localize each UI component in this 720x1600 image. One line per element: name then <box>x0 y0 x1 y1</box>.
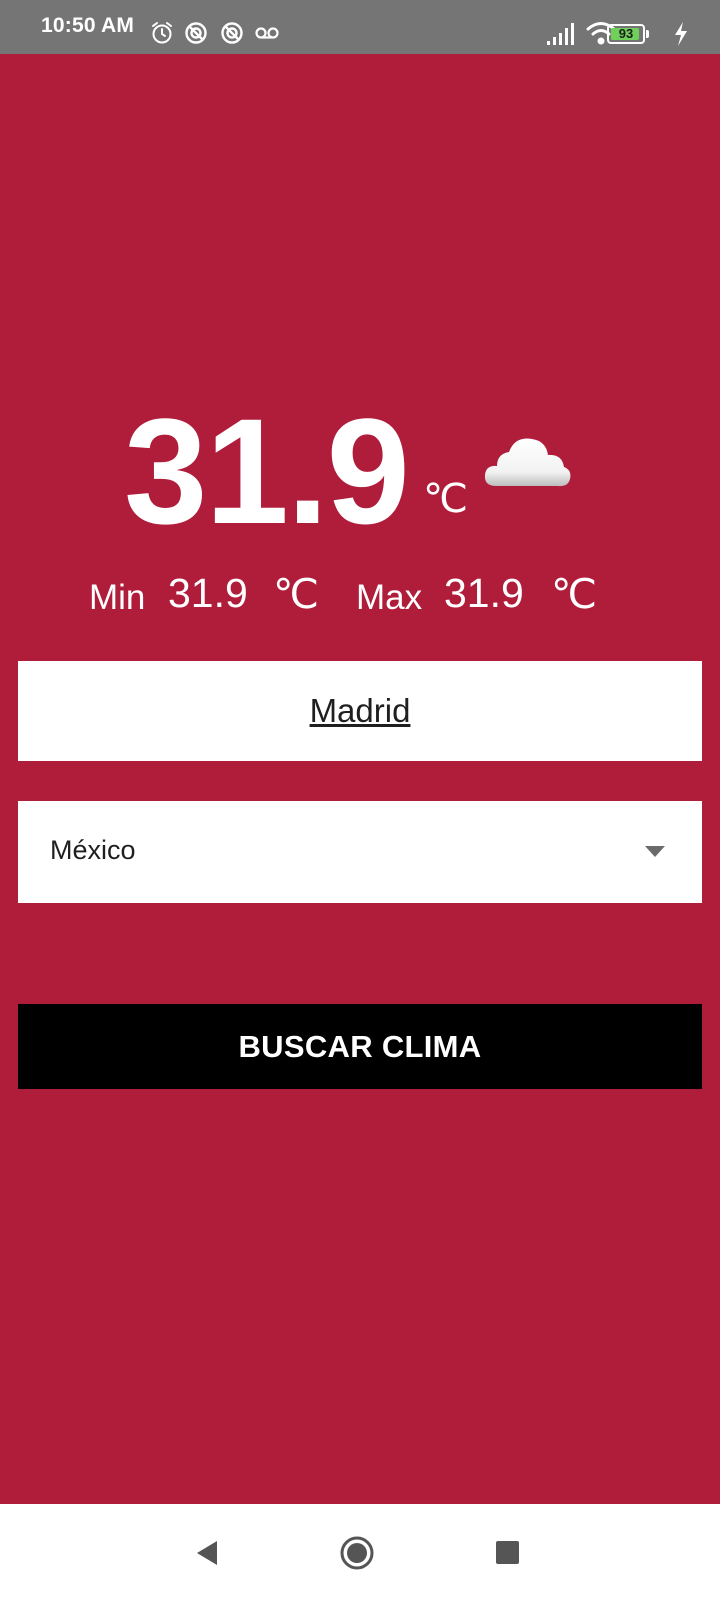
recents-icon[interactable] <box>496 1541 519 1564</box>
cloud-icon <box>484 438 571 487</box>
status-bar: 10:50 AM 93 <box>0 0 720 54</box>
current-temperature: 31.9 <box>124 387 410 555</box>
chevron-down-icon <box>645 846 665 857</box>
min-temperature-unit: ℃ <box>273 571 320 617</box>
status-time: 10:50 AM <box>41 14 135 37</box>
voicemail-icon <box>255 27 279 39</box>
status-icons-right: 93 <box>520 20 720 48</box>
back-icon[interactable] <box>195 1539 219 1567</box>
search-weather-button[interactable]: BUSCAR CLIMA <box>18 1004 702 1089</box>
battery-tip <box>646 30 649 38</box>
max-temperature-unit: ℃ <box>551 571 598 617</box>
charging-icon <box>675 22 687 46</box>
country-selected-value: México <box>50 835 136 865</box>
current-temperature-unit: ℃ <box>423 477 468 521</box>
main-content <box>0 54 720 1504</box>
max-label: Max <box>356 578 423 617</box>
battery-level: 93 <box>618 26 634 41</box>
min-temperature: 31.9 <box>168 570 248 616</box>
navigation-bar <box>0 1504 720 1600</box>
signal-icon <box>547 23 574 45</box>
alarm-icon <box>152 22 172 44</box>
data-saver-icon <box>221 22 243 44</box>
country-dropdown[interactable]: México <box>18 801 702 903</box>
city-input[interactable] <box>18 661 702 761</box>
min-label: Min <box>89 578 146 617</box>
battery-icon: 93 <box>607 24 645 44</box>
max-temperature: 31.9 <box>444 570 524 616</box>
home-icon[interactable] <box>340 1536 374 1570</box>
data-saver-icon <box>185 22 207 44</box>
